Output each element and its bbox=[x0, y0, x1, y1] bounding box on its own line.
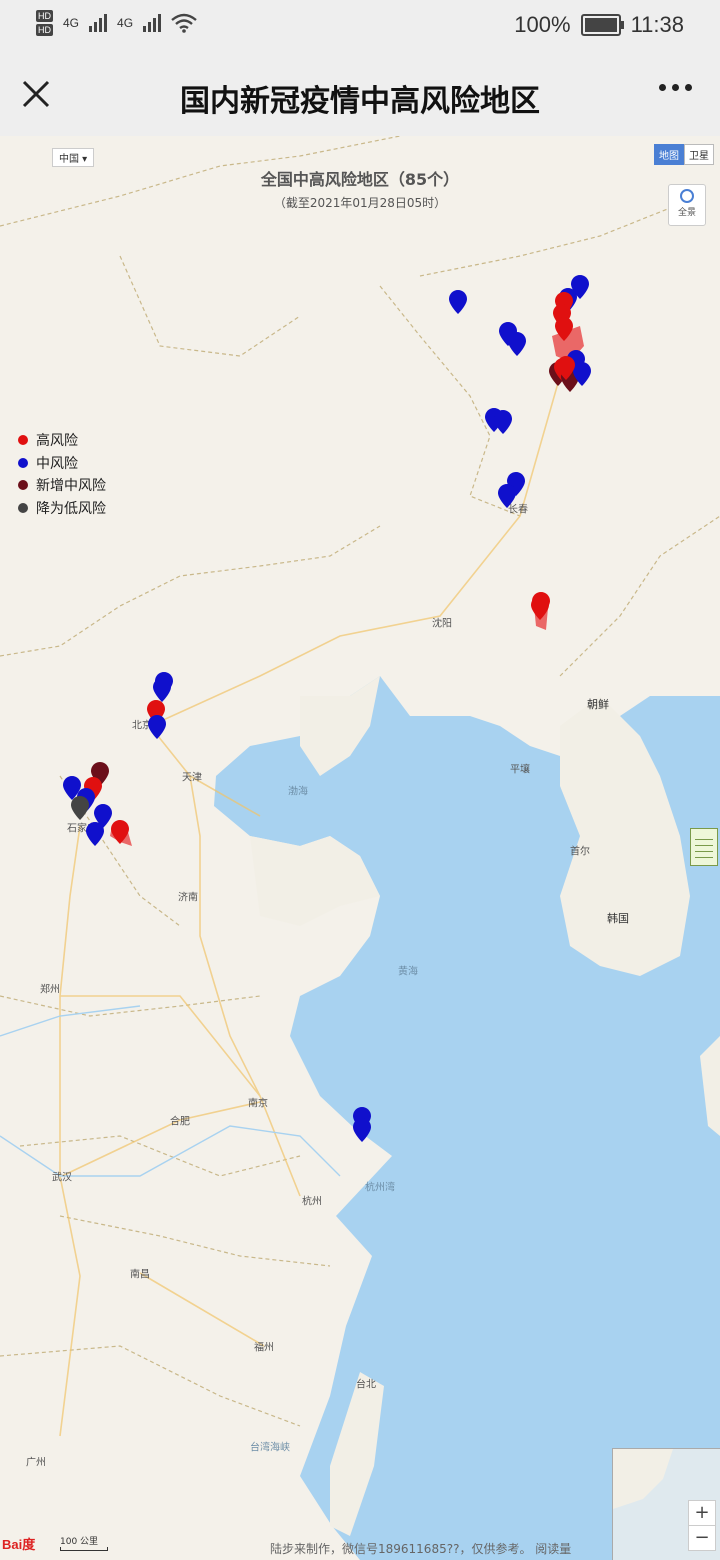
hd-icon: HD bbox=[36, 10, 53, 22]
attribution: 陆步来制作，微信号189611685??，仅供参考。 阅读量 bbox=[270, 1542, 572, 1556]
legend-dot bbox=[18, 457, 28, 468]
legend-item: 降为低风险 bbox=[18, 497, 106, 520]
risk-marker[interactable] bbox=[86, 822, 104, 846]
risk-marker[interactable] bbox=[531, 596, 549, 620]
place-label: 广州 bbox=[26, 1457, 46, 1469]
legend-item: 中风险 bbox=[18, 452, 106, 475]
legend: 高风险 中风险 新增中风险 降为低风险 bbox=[18, 429, 106, 519]
risk-marker[interactable] bbox=[148, 715, 166, 739]
risk-marker[interactable] bbox=[573, 362, 591, 386]
legend-item: 高风险 bbox=[18, 429, 106, 452]
page-title: 国内新冠疫情中高风险地区 bbox=[180, 84, 540, 119]
map-view[interactable]: 全国中高风险地区（85个） （截至2021年01月28日05时） 中国 ▾ 地图… bbox=[0, 136, 720, 1560]
zoom-in-button[interactable]: + bbox=[689, 1501, 715, 1525]
place-label: 武汉 bbox=[52, 1172, 72, 1184]
place-label: 福州 bbox=[254, 1342, 274, 1354]
more-button[interactable] bbox=[659, 84, 692, 91]
panorama-button[interactable]: 全景 bbox=[668, 184, 706, 226]
legend-dot bbox=[18, 502, 28, 513]
risk-marker[interactable] bbox=[449, 290, 467, 314]
baidu-logo: Bai度 bbox=[2, 1537, 36, 1552]
risk-marker[interactable] bbox=[153, 678, 171, 702]
map-base bbox=[0, 136, 720, 1560]
risk-marker[interactable] bbox=[494, 410, 512, 434]
risk-marker[interactable] bbox=[555, 317, 573, 341]
place-label: 合肥 bbox=[170, 1116, 190, 1128]
place-label: 南昌 bbox=[130, 1269, 150, 1281]
place-label: 郑州 bbox=[40, 984, 60, 996]
place-label: 平壤 bbox=[510, 764, 530, 776]
map-subtitle: （截至2021年01月28日05时） bbox=[273, 196, 447, 210]
signal-icon bbox=[143, 14, 162, 32]
status-left: HD HD 4G 4G bbox=[36, 10, 197, 36]
legend-dot bbox=[18, 435, 28, 446]
document-icon[interactable] bbox=[690, 828, 718, 866]
risk-marker[interactable] bbox=[498, 484, 516, 508]
map-type-switch: 地图 卫星 bbox=[654, 144, 714, 165]
network-label: 4G bbox=[117, 16, 134, 30]
place-label: 首尔 bbox=[570, 846, 590, 858]
scale-bar: 100 公里 bbox=[60, 1534, 108, 1551]
title-bar: 国内新冠疫情中高风险地区 bbox=[0, 52, 720, 136]
place-label: 台北 bbox=[356, 1379, 376, 1391]
map-type-satellite[interactable]: 卫星 bbox=[684, 144, 714, 165]
risk-marker[interactable] bbox=[508, 332, 526, 356]
place-label: 台湾海峡 bbox=[250, 1442, 290, 1454]
battery-percent: 100% bbox=[514, 12, 571, 37]
risk-marker[interactable] bbox=[111, 820, 129, 844]
place-label: 渤海 bbox=[288, 786, 308, 798]
risk-marker[interactable] bbox=[353, 1118, 371, 1142]
place-label: 天津 bbox=[182, 772, 202, 784]
status-bar: HD HD 4G 4G 100% 11:38 bbox=[0, 0, 720, 52]
panorama-icon bbox=[680, 189, 694, 203]
network-label: 4G bbox=[63, 16, 80, 30]
place-label: 韩国 bbox=[607, 912, 629, 925]
hd-icons: HD HD bbox=[36, 10, 53, 36]
map-title: 全国中高风险地区（85个） bbox=[260, 170, 460, 189]
zoom-out-button[interactable]: − bbox=[689, 1525, 715, 1550]
legend-dot bbox=[18, 480, 28, 491]
place-label: 朝鲜 bbox=[587, 698, 609, 711]
place-label: 杭州湾 bbox=[365, 1182, 395, 1194]
risk-marker[interactable] bbox=[557, 356, 575, 380]
place-label: 沈阳 bbox=[432, 618, 452, 630]
clock: 11:38 bbox=[630, 12, 684, 37]
map-type-map[interactable]: 地图 bbox=[654, 144, 684, 165]
hd-icon: HD bbox=[36, 24, 53, 36]
legend-item: 新增中风险 bbox=[18, 474, 106, 497]
place-label: 杭州 bbox=[302, 1196, 322, 1208]
battery-icon bbox=[580, 14, 624, 36]
wifi-icon bbox=[171, 13, 197, 33]
place-label: 济南 bbox=[178, 892, 198, 904]
signal-icon bbox=[89, 14, 108, 32]
status-right: 100% 11:38 bbox=[514, 12, 684, 38]
place-label: 黄海 bbox=[398, 966, 418, 978]
risk-marker[interactable] bbox=[71, 796, 89, 820]
place-label: 南京 bbox=[248, 1098, 268, 1110]
region-select[interactable]: 中国 ▾ bbox=[52, 148, 95, 167]
zoom-control: + − bbox=[688, 1500, 716, 1551]
